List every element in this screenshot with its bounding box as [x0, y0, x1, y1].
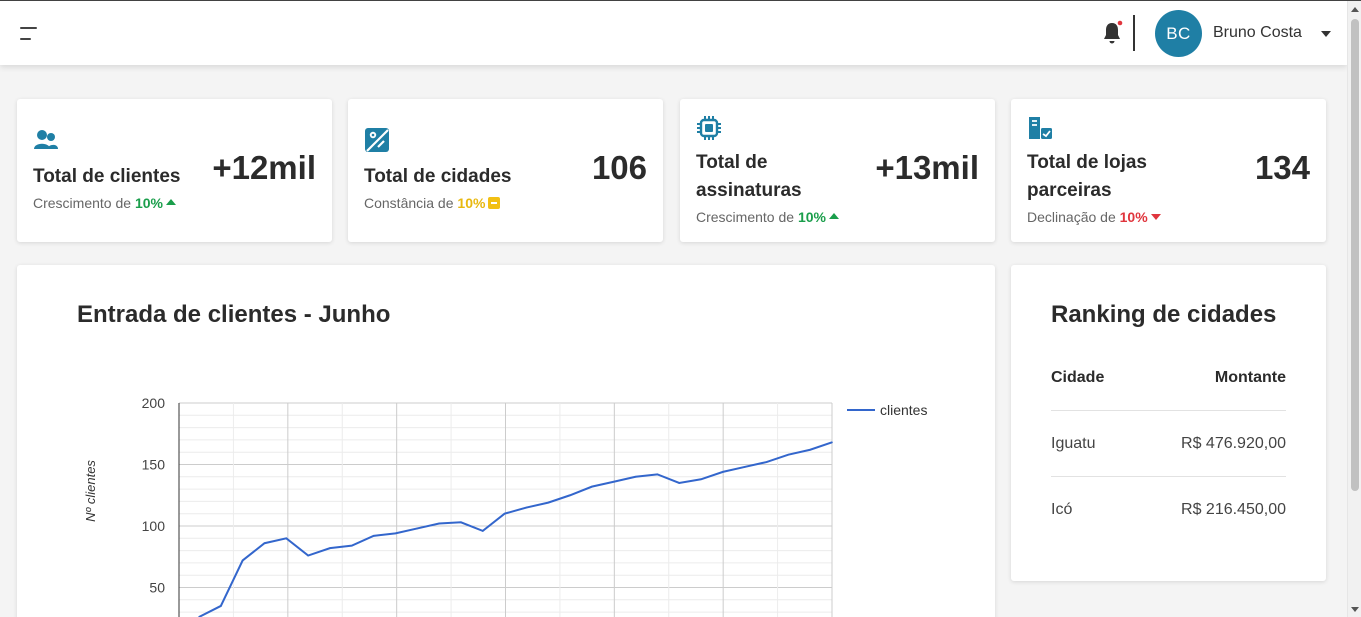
y-tick-label: 50 [149, 580, 165, 596]
data-point [722, 471, 724, 473]
data-point [525, 506, 528, 509]
bell-icon[interactable] [1101, 20, 1123, 46]
data-point [220, 605, 222, 607]
y-tick-label: 150 [142, 457, 166, 473]
data-point [547, 501, 550, 504]
stat-title-line: parceiras [1027, 180, 1112, 201]
data-point [285, 537, 288, 540]
trend-up-icon [165, 199, 176, 205]
data-point [809, 448, 811, 451]
trend-up-icon [828, 213, 839, 219]
city-name: Iguatu [1051, 435, 1096, 452]
top-bar: BC Bruno Costa [0, 1, 1347, 65]
legend-label: clientes [880, 402, 927, 418]
series-line [198, 441, 833, 617]
chip-icon [697, 116, 721, 140]
trend-equal-icon [488, 197, 501, 209]
data-point [831, 441, 833, 444]
scrollbar-thumb[interactable] [1351, 19, 1359, 491]
stat-card-subscriptions: Total de assinaturas +13mil Crescimento … [680, 99, 995, 242]
data-point [743, 466, 746, 468]
user-name[interactable]: Bruno Costa [1213, 24, 1302, 42]
stat-percent: 10% [457, 195, 486, 211]
data-point [787, 453, 790, 456]
column-header-amount: Montante [1214, 369, 1286, 386]
data-point [460, 521, 462, 524]
column-header-city: Cidade [1051, 369, 1105, 386]
stat-title: Total de clientes [33, 166, 181, 187]
page-scrollbar[interactable] [1347, 1, 1361, 617]
divider [1051, 410, 1286, 411]
data-point [591, 485, 593, 488]
stat-title-line: assinaturas [696, 180, 802, 201]
stat-percent: 10% [797, 209, 826, 225]
stat-percent: 10% [1119, 209, 1148, 225]
stat-card-stores: Total de lojas parceiras 134 Declinação … [1011, 99, 1326, 242]
chevron-down-icon[interactable] [1321, 31, 1331, 37]
stat-subtitle: Crescimento de 10% [33, 195, 176, 211]
stat-value: 134 [1254, 149, 1310, 186]
city-amount: R$ 476.920,00 [1181, 435, 1286, 452]
data-point [612, 480, 615, 483]
data-point [700, 478, 702, 481]
stat-value: +12mil [212, 149, 316, 186]
data-point [765, 461, 768, 463]
y-tick-label: 100 [142, 518, 166, 534]
stat-card-cities: Total de cidades 106 Constância de 10% [348, 99, 663, 242]
city-name: Icó [1051, 501, 1073, 518]
data-point [350, 544, 353, 547]
stat-title-line: Total de lojas [1027, 152, 1148, 173]
data-point [634, 476, 637, 478]
stat-title: Total de assinaturas [696, 149, 802, 205]
data-point [678, 482, 681, 484]
stat-sub-label: Declinação de [1027, 209, 1120, 225]
stat-card-clients: Total de clientes +12mil Crescimento de … [17, 99, 332, 242]
city-amount: R$ 216.450,00 [1181, 501, 1286, 518]
data-point [372, 535, 375, 537]
scroll-down-icon[interactable] [1351, 607, 1359, 612]
data-point [329, 547, 331, 549]
data-point [307, 554, 309, 557]
chart-card: Entrada de clientes - Junho 50 100 150 200 N… [17, 265, 995, 617]
stat-title-line: Total de [696, 152, 768, 173]
menu-icon[interactable] [18, 23, 40, 43]
stat-value: 106 [591, 149, 647, 186]
stat-title: Total de lojas parceiras [1027, 149, 1147, 205]
header-divider [1133, 15, 1135, 51]
stat-subtitle: Crescimento de 10% [696, 209, 839, 225]
data-point [241, 559, 244, 562]
stat-subtitle: Declinação de 10% [1027, 209, 1161, 225]
avatar[interactable]: BC [1155, 10, 1202, 57]
users-icon [34, 130, 58, 149]
scroll-up-icon[interactable] [1351, 7, 1359, 12]
data-point [503, 512, 506, 515]
stat-title: Total de cidades [364, 166, 512, 187]
data-point [394, 532, 397, 535]
y-axis-label: Nº clientes [83, 460, 98, 522]
data-point [438, 522, 440, 525]
divider [1051, 476, 1286, 477]
ranking-card: Ranking de cidades Cidade Montante Iguat… [1011, 265, 1326, 581]
stat-sub-label: Crescimento de [696, 209, 798, 225]
data-point [569, 494, 571, 497]
data-point [263, 542, 266, 545]
map-icon [365, 128, 389, 152]
ranking-header: Cidade Montante [1051, 369, 1286, 387]
stat-value: +13mil [875, 149, 979, 186]
line-chart: 50 100 150 200 Nº clientes clientes [83, 395, 927, 617]
data-point [481, 530, 484, 532]
y-tick-label: 200 [142, 395, 166, 411]
stat-subtitle: Constância de 10% [364, 195, 501, 211]
trend-down-icon [1150, 214, 1161, 220]
table-row: Icó R$ 216.450,00 [1051, 501, 1286, 519]
data-point [656, 473, 659, 476]
stat-sub-label: Constância de [364, 195, 458, 211]
stat-percent: 10% [134, 195, 163, 211]
stat-sub-label: Crescimento de [33, 195, 135, 211]
table-row: Iguatu R$ 476.920,00 [1051, 435, 1286, 453]
ranking-title: Ranking de cidades [1051, 301, 1277, 328]
store-icon [1029, 117, 1052, 139]
data-point [416, 527, 419, 530]
